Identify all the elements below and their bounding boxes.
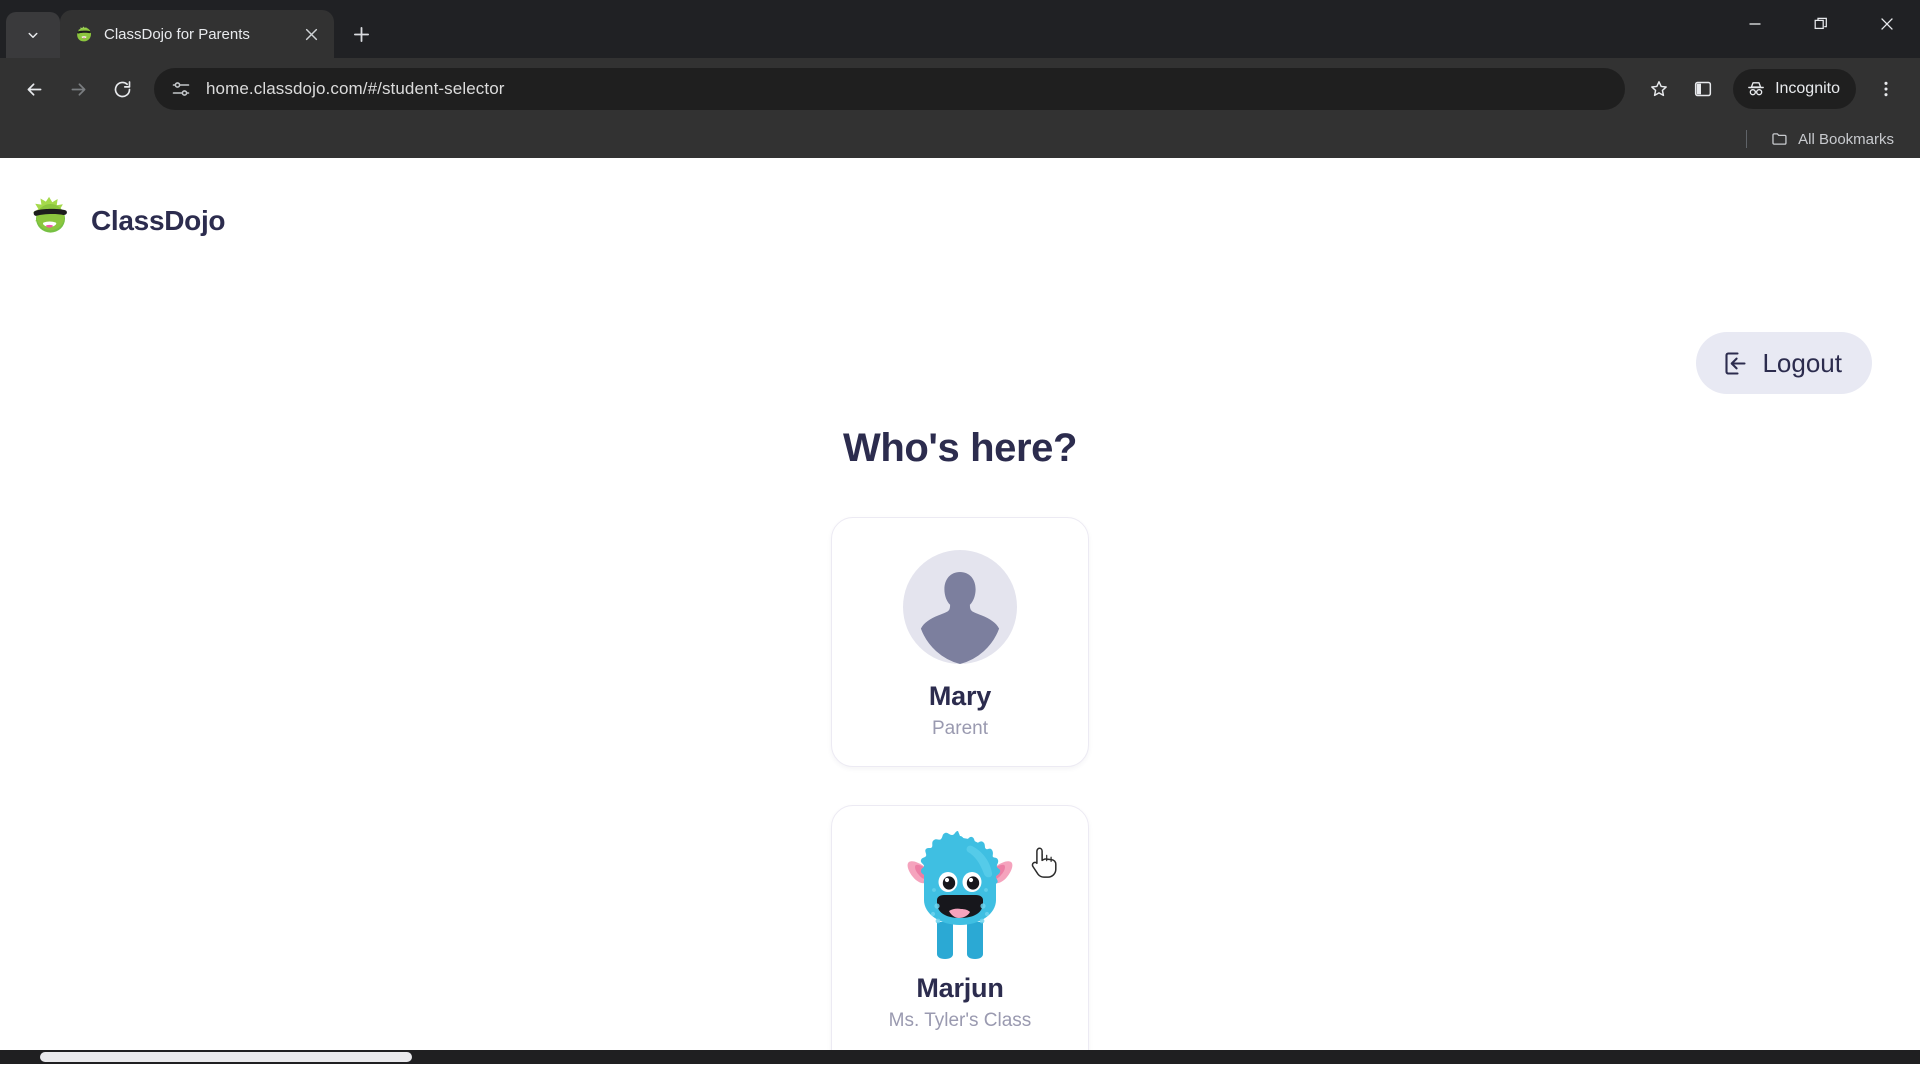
- restore-icon: [1814, 17, 1827, 30]
- address-bar[interactable]: home.classdojo.com/#/student-selector: [154, 68, 1626, 110]
- new-tab-button[interactable]: [342, 15, 380, 53]
- browser-menu-three-dots-icon[interactable]: [1866, 69, 1906, 109]
- reload-button[interactable]: [102, 69, 142, 109]
- maximize-restore-button[interactable]: [1788, 0, 1854, 48]
- bookmarks-divider: [1746, 130, 1748, 148]
- close-icon: [1881, 18, 1893, 30]
- window-close-button[interactable]: [1854, 0, 1920, 48]
- bookmarks-bar: All Bookmarks: [0, 120, 1920, 158]
- site-settings-tune-sliders-icon[interactable]: [170, 78, 192, 100]
- profile-card-parent[interactable]: Mary Parent: [831, 517, 1089, 767]
- tab-strip: ClassDojo for Parents: [0, 0, 1920, 58]
- forward-button[interactable]: [58, 69, 98, 109]
- all-bookmarks-label: All Bookmarks: [1798, 130, 1894, 148]
- all-bookmarks-button[interactable]: All Bookmarks: [1763, 126, 1902, 152]
- tab-close-icon[interactable]: [298, 21, 324, 47]
- avatar: [903, 550, 1017, 682]
- incognito-indicator[interactable]: Incognito: [1733, 69, 1856, 109]
- side-panel-icon[interactable]: [1683, 69, 1723, 109]
- arrow-left-icon: [27, 82, 41, 96]
- scrollbar-thumb[interactable]: [40, 1052, 412, 1062]
- profile-name: Mary: [928, 681, 992, 711]
- profile-subtitle: Ms. Tyler's Class: [888, 1009, 1032, 1031]
- browser-toolbar: home.classdojo.com/#/student-selector In…: [0, 58, 1920, 120]
- profile-card-student[interactable]: Marjun Ms. Tyler's Class: [831, 805, 1089, 1064]
- profile-name: Marjun: [916, 973, 1004, 1003]
- back-button[interactable]: [14, 69, 54, 109]
- minimize-icon: [1749, 23, 1761, 25]
- browser-tab[interactable]: ClassDojo for Parents: [60, 10, 334, 58]
- student-selector-main: Who's here? Mary Parent Marjun Ms. Tyler…: [0, 158, 1920, 1064]
- profile-subtitle: Parent: [932, 717, 988, 739]
- avatar: [904, 830, 1016, 974]
- reload-icon: [114, 80, 130, 97]
- folder-outline-icon: [1772, 133, 1787, 145]
- page-title: Who's here?: [842, 426, 1078, 470]
- person-silhouette-avatar-icon: [903, 550, 1017, 664]
- tab-search-chevron-down-icon[interactable]: [6, 12, 60, 58]
- blue-furry-monster-avatar-icon: [907, 831, 1013, 959]
- classdojo-monster-favicon: [74, 24, 94, 44]
- page-viewport: ClassDojo Logout Who's here? Mary Parent: [0, 158, 1920, 1064]
- bookmark-star-icon[interactable]: [1639, 69, 1679, 109]
- browser-chrome: ClassDojo for Parents home.classdojo.com…: [0, 0, 1920, 158]
- minimize-button[interactable]: [1722, 0, 1788, 48]
- tab-title: ClassDojo for Parents: [104, 25, 250, 43]
- chevron-down-icon: [28, 32, 38, 38]
- horizontal-scrollbar[interactable]: [0, 1050, 1920, 1064]
- plus-icon: [353, 26, 369, 42]
- window-controls: [1722, 0, 1920, 48]
- arrow-right-icon: [71, 82, 85, 96]
- incognito-label: Incognito: [1775, 80, 1840, 97]
- incognito-spy-icon: [1748, 82, 1764, 96]
- url-text: home.classdojo.com/#/student-selector: [206, 79, 505, 98]
